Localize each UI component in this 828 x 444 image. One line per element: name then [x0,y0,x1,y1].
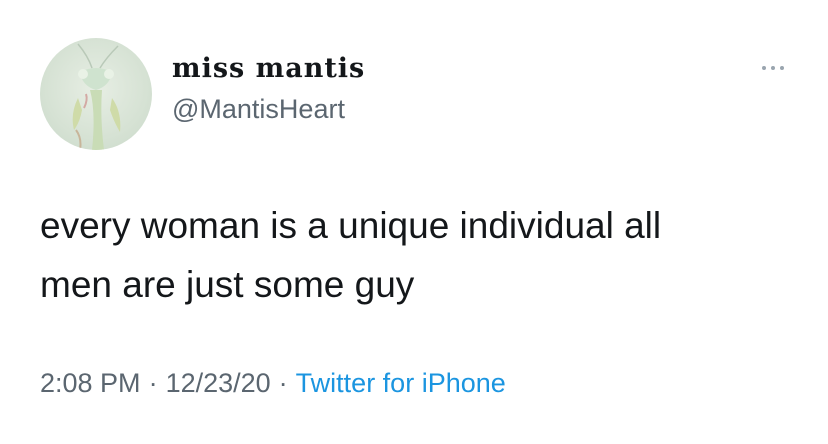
tweet-text: every woman is a unique individual all m… [40,196,800,314]
meta-separator: · [148,368,158,398]
user-handle[interactable]: @MantisHeart [172,92,345,126]
tweet-text-line: men are just some guy [40,264,415,305]
more-dot [780,66,784,70]
avatar[interactable] [40,38,152,150]
more-dot [771,66,775,70]
tweet-source-link[interactable]: Twitter for iPhone [296,368,506,398]
more-dot [762,66,766,70]
tweet-time[interactable]: 2:08 PM [40,368,141,398]
praying-mantis-icon [72,43,121,150]
meta-separator: · [278,368,288,398]
tweet-date[interactable]: 12/23/20 [166,368,271,398]
tweet-card: miss mantis @MantisHeart every woman is … [0,0,828,444]
display-name[interactable]: miss mantis [172,52,365,86]
tweet-text-line: every woman is a unique individual all [40,205,662,246]
more-options-icon[interactable] [756,60,790,76]
tweet-meta: 2:08 PM · 12/23/20 · Twitter for iPhone [40,366,506,400]
